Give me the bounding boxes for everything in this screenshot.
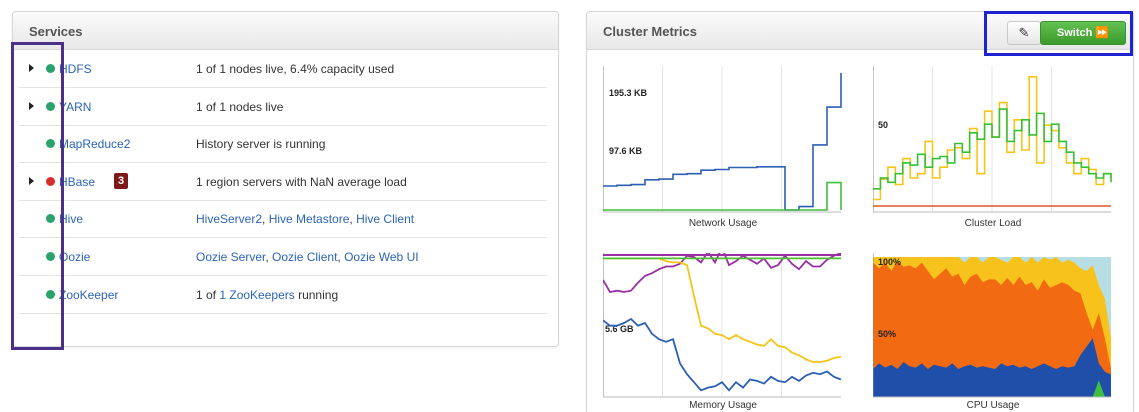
cluster-load-label: Cluster Load — [964, 218, 1022, 229]
memory-usage-chart: 5.6 GB — [603, 253, 842, 398]
service-status: 1 region servers with NaN average load — [196, 175, 407, 189]
service-status-highlight-box — [11, 42, 64, 350]
network-usage-chart: 195.3 KB 97.6 KB — [603, 66, 842, 213]
row-divider — [19, 312, 547, 314]
y-tick-label: 97.6 KB — [609, 146, 643, 156]
status-suffix: running — [294, 287, 339, 302]
service-name-link[interactable]: ZooKeeper — [59, 288, 118, 302]
service-status: Oozie Server, Oozie Client, Oozie Web UI — [196, 250, 419, 264]
network-usage-label: Network Usage — [688, 218, 758, 229]
service-status-text: 1 region servers with NaN average load — [196, 174, 407, 189]
services-panel: Services HDFS 1 of 1 nodes live, 6.4% cap… — [12, 11, 559, 347]
service-status: History server is running — [196, 137, 325, 151]
cpu-usage-label: CPU Usage — [966, 400, 1020, 411]
status-prefix: 1 of — [196, 287, 220, 302]
service-status: 1 of 1 nodes live, 6.4% capacity used — [196, 62, 394, 76]
service-row-hdfs: HDFS 1 of 1 nodes live, 6.4% capacity use… — [19, 51, 547, 88]
metrics-buttons-highlight-box — [984, 11, 1133, 56]
service-status: HiveServer2, Hive Metastore, Hive Client — [196, 212, 414, 226]
cluster-load-chart: 50 — [873, 66, 1112, 213]
y-tick-label: 195.3 KB — [609, 88, 648, 98]
service-row-yarn: YARN 1 of 1 nodes live — [19, 89, 547, 126]
service-status-text: History server is running — [196, 137, 326, 152]
service-status-text: 1 of 1 nodes live — [196, 99, 284, 114]
service-row-hive: Hive HiveServer2, Hive Metastore, Hive Cl… — [19, 201, 547, 239]
component-link[interactable]: Oozie Server — [196, 250, 265, 264]
zookeepers-link[interactable]: 1 ZooKeepers — [219, 288, 294, 302]
cpu-usage-chart: 100% 50% — [873, 253, 1111, 398]
component-link[interactable]: Hive Metastore — [269, 212, 350, 226]
y-tick-label: 100% — [878, 257, 901, 267]
y-tick-label: 50 — [878, 120, 888, 130]
component-link[interactable]: HiveServer2 — [196, 212, 262, 226]
component-link[interactable]: Oozie Web UI — [344, 250, 418, 264]
service-row-mapreduce2: MapReduce2 History server is running — [19, 126, 547, 164]
link-separator: , — [262, 212, 269, 227]
service-status: 1 of 1 nodes live — [196, 100, 283, 114]
memory-usage-label: Memory Usage — [689, 400, 757, 411]
component-link[interactable]: Oozie Client — [272, 250, 337, 264]
service-row-hbase: HBase 3 1 region servers with NaN average … — [19, 164, 547, 201]
service-name-link[interactable]: MapReduce2 — [59, 137, 130, 151]
service-row-oozie: Oozie Oozie Server, Oozie Client, Oozie W… — [19, 239, 547, 276]
service-status-text: 1 of 1 nodes live, 6.4% capacity used — [196, 62, 395, 76]
alert-count-badge[interactable]: 3 — [114, 172, 128, 189]
service-name-link[interactable]: HBase — [59, 175, 95, 189]
y-tick-label: 50% — [878, 329, 896, 339]
services-panel-title: Services — [13, 12, 558, 50]
service-row-zookeeper: ZooKeeper 1 of 1 ZooKeepers running — [19, 277, 547, 314]
component-link[interactable]: Hive Client — [356, 212, 414, 226]
service-status: 1 of 1 ZooKeepers running — [196, 288, 338, 302]
